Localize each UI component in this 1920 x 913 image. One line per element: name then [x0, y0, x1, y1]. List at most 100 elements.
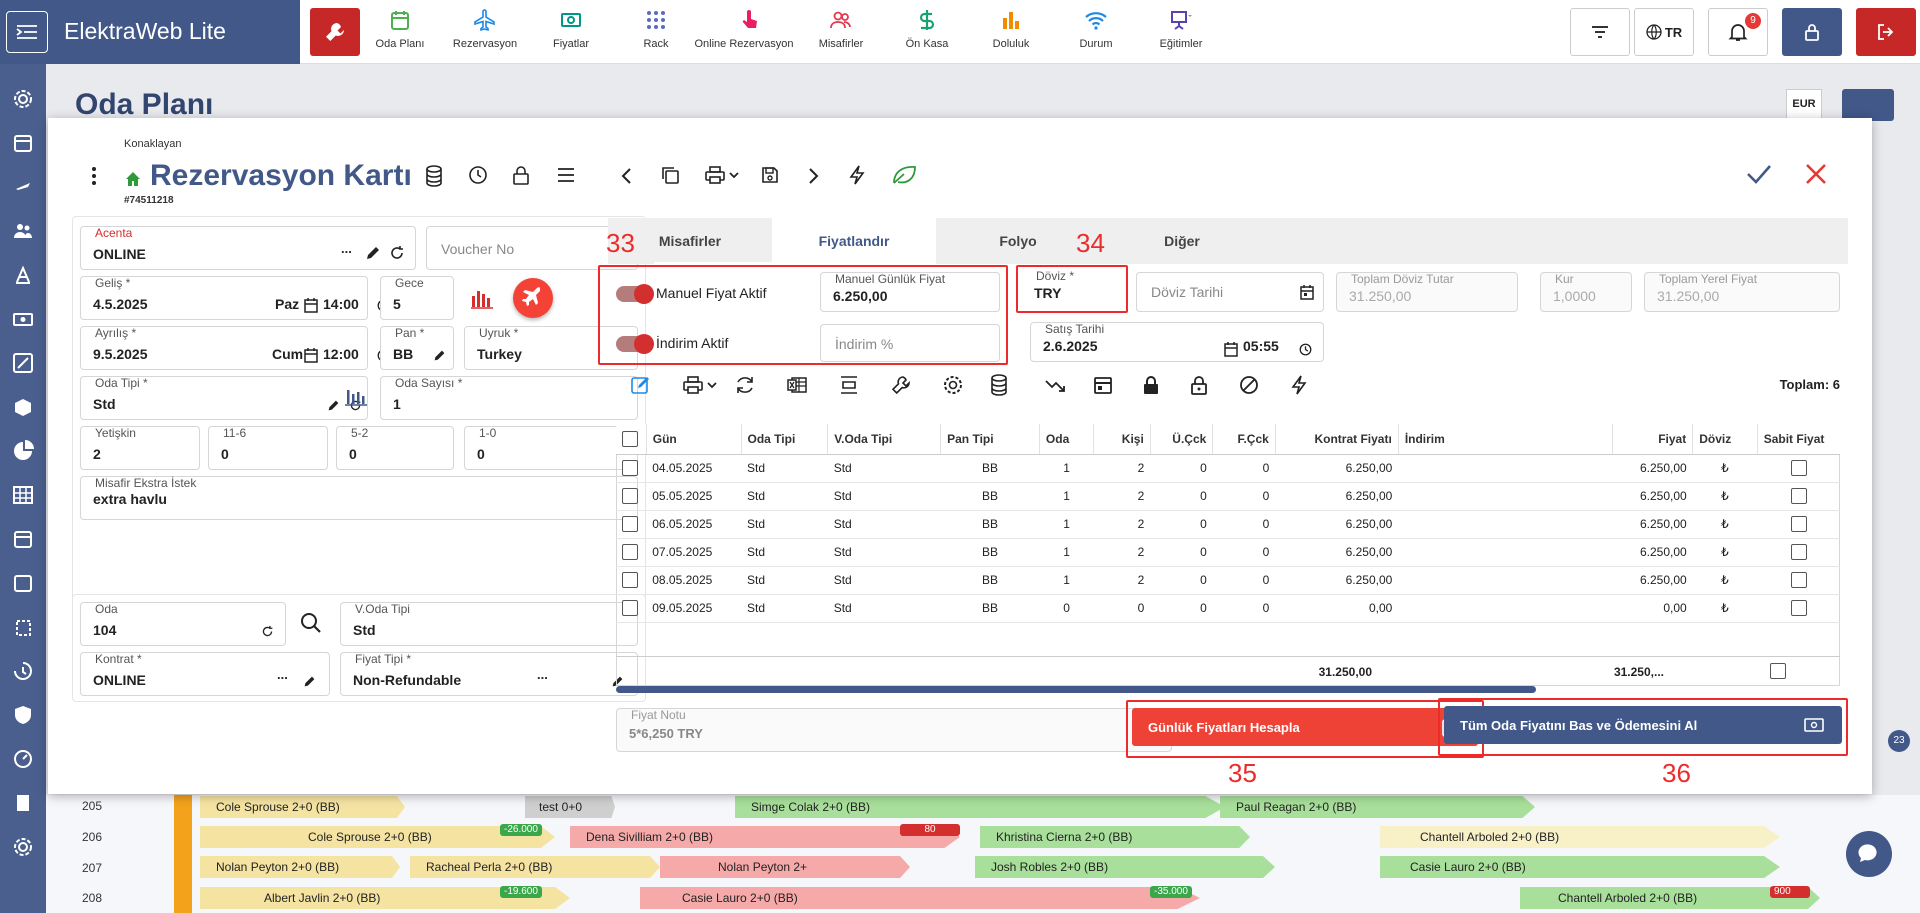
currency-date-input[interactable]: Döviz Tarihi: [1136, 272, 1324, 312]
calendar-icon[interactable]: [1299, 284, 1315, 300]
col-header[interactable]: F.Çck: [1212, 424, 1276, 455]
virtual-room-type-field[interactable]: V.Oda Tipi Std: [340, 602, 638, 646]
grid-horizontal-scrollbar[interactable]: [616, 686, 1536, 693]
calendar-check-icon[interactable]: [12, 528, 34, 550]
more-vertical-button[interactable]: [84, 164, 104, 188]
room-number-field[interactable]: Oda 104: [80, 602, 286, 646]
booking-bar[interactable]: Simge Colak 2+0 (BB): [735, 796, 1225, 818]
language-button[interactable]: TR: [1634, 8, 1694, 56]
lightning-icon[interactable]: [1288, 374, 1310, 396]
trend-down-icon[interactable]: [1044, 374, 1066, 396]
text-a-icon[interactable]: [12, 264, 34, 286]
edit-pencil-icon[interactable]: [327, 399, 340, 412]
col-header[interactable]: Ü.Çck: [1150, 424, 1214, 455]
nights-field[interactable]: Gece 5: [380, 276, 454, 320]
room-type-field[interactable]: Oda Tipi * Std: [80, 376, 368, 420]
filter-button[interactable]: [1570, 8, 1630, 56]
col-header[interactable]: Sabit Fiyat: [1757, 424, 1840, 455]
fixed-price-checkbox[interactable]: [1790, 600, 1807, 616]
confirm-check-button[interactable]: [1745, 162, 1773, 186]
close-button[interactable]: [1804, 162, 1828, 186]
table-row[interactable]: 07.05.2025 Std Std BB 1 2 0 0 6.250,00 6.250,00 ₺: [616, 538, 1840, 567]
history-icon[interactable]: [12, 660, 34, 682]
acenta-field[interactable]: Acenta ONLINE ...: [80, 226, 416, 270]
manual-daily-price-input[interactable]: Manuel Günlük Fiyat 6.250,00: [820, 272, 1000, 312]
ban-icon[interactable]: [1238, 374, 1260, 396]
money-icon[interactable]: [12, 308, 34, 330]
col-header[interactable]: Kontrat Fiyatı: [1275, 424, 1399, 455]
plane-icon[interactable]: [12, 176, 34, 198]
col-header[interactable]: Pan Tipi: [940, 424, 1040, 455]
more-button[interactable]: ...: [341, 241, 352, 256]
booking-bar[interactable]: Cole Sprouse 2+0 (BB): [200, 796, 405, 818]
booking-bar[interactable]: Chantell Arboled 2+0 (BB): [1380, 826, 1780, 848]
flight-button[interactable]: [513, 278, 553, 318]
child-11-6-field[interactable]: 11-6 0: [208, 426, 328, 470]
booking-bar[interactable]: Casie Lauro 2+0 (BB): [1380, 856, 1780, 878]
booking-bar[interactable]: Paul Reagan 2+0 (BB): [1220, 796, 1535, 818]
nav-online-rezervasyon[interactable]: Online Rezervasyon: [694, 8, 794, 60]
arrival-date-field[interactable]: Geliş * 4.5.2025 Paz 14:00: [80, 276, 390, 320]
refresh-icon[interactable]: [389, 245, 405, 261]
price-type-field[interactable]: Fiyat Tipi * Non-Refundable ...: [340, 652, 638, 696]
sync-icon[interactable]: [734, 374, 756, 396]
book-icon[interactable]: [12, 792, 34, 814]
edit-pencil-icon[interactable]: [433, 349, 446, 362]
select-all-checkbox[interactable]: [622, 430, 638, 447]
calendar-icon[interactable]: [1092, 374, 1114, 396]
page-menu-button[interactable]: [1842, 89, 1894, 121]
booking-bar[interactable]: Casie Lauro 2+0 (BB): [640, 887, 1200, 909]
discount-toggle[interactable]: [616, 334, 654, 354]
tools-button[interactable]: [310, 8, 360, 56]
currency-button[interactable]: EUR: [1786, 89, 1822, 119]
adult-field[interactable]: Yetişkin 2: [80, 426, 200, 470]
col-header[interactable]: İndirim: [1398, 424, 1613, 455]
currency-field[interactable]: Döviz * TRY: [1022, 269, 1122, 308]
list-menu-icon[interactable]: [556, 166, 576, 184]
align-center-icon[interactable]: [838, 374, 860, 396]
manual-price-toggle[interactable]: [616, 284, 654, 304]
departure-date-field[interactable]: Ayrılış * 9.5.2025 Cum 12:00: [80, 326, 390, 370]
lock-icon[interactable]: [512, 165, 530, 185]
booking-bar[interactable]: Racheal Perla 2+0 (BB): [410, 856, 660, 878]
table-row[interactable]: 04.05.2025 Std Std BB 1 2 0 0 6.250,00 6.250,00 ₺: [616, 454, 1840, 483]
contract-field[interactable]: Kontrat * ONLINE ...: [80, 652, 330, 696]
gear-icon[interactable]: [12, 836, 34, 858]
row-checkbox[interactable]: [622, 572, 638, 588]
database-icon[interactable]: [424, 165, 444, 187]
edit-pencil-icon[interactable]: [365, 245, 381, 261]
wrench-icon[interactable]: [890, 374, 912, 396]
booking-bar[interactable]: Khristina Cierna 2+0 (BB): [980, 826, 1250, 848]
lock-screen-button[interactable]: [1782, 8, 1842, 56]
menu-toggle-button[interactable]: [6, 11, 48, 53]
sale-date-field[interactable]: Satış Tarihi 2.6.2025 05:55: [1030, 322, 1324, 362]
copy-icon[interactable]: [660, 165, 680, 185]
shield-icon[interactable]: [12, 704, 34, 726]
dashboard-icon[interactable]: [12, 748, 34, 770]
col-header[interactable]: Oda: [1039, 424, 1095, 455]
unlock-icon[interactable]: [1188, 374, 1210, 396]
table-row[interactable]: 09.05.2025 Std Std BB 0 0 0 0 0,00 0,00 ₺: [616, 594, 1840, 623]
nav-durum[interactable]: Durum: [1051, 8, 1141, 60]
percent-icon[interactable]: [12, 352, 34, 374]
row-checkbox[interactable]: [622, 488, 638, 504]
col-header[interactable]: V.Oda Tipi: [827, 424, 942, 455]
table-row[interactable]: 06.05.2025 Std Std BB 1 2 0 0 6.250,00 6.250,00 ₺: [616, 510, 1840, 539]
child-5-2-field[interactable]: 5-2 0: [336, 426, 454, 470]
table-row[interactable]: 05.05.2025 Std Std BB 1 2 0 0 6.250,00 6.250,00 ₺: [616, 482, 1840, 511]
row-checkbox[interactable]: [622, 600, 638, 616]
more-button[interactable]: ...: [537, 667, 548, 682]
row-checkbox[interactable]: [622, 544, 638, 560]
save-icon[interactable]: [760, 165, 780, 185]
nav-doluluk[interactable]: Doluluk: [966, 8, 1056, 60]
nav-on-kasa[interactable]: Ön Kasa: [882, 8, 972, 60]
edit-pencil-icon[interactable]: [303, 675, 316, 688]
child-1-0-field[interactable]: 1-0 0: [464, 426, 638, 470]
calendar-icon[interactable]: [1223, 341, 1239, 357]
notifications-button[interactable]: 9: [1708, 8, 1768, 56]
logout-button[interactable]: [1856, 8, 1916, 56]
chevron-right-icon[interactable]: [806, 166, 820, 186]
settings-icon[interactable]: [12, 88, 34, 110]
table-icon[interactable]: [12, 484, 34, 506]
gear-icon[interactable]: [942, 374, 964, 396]
